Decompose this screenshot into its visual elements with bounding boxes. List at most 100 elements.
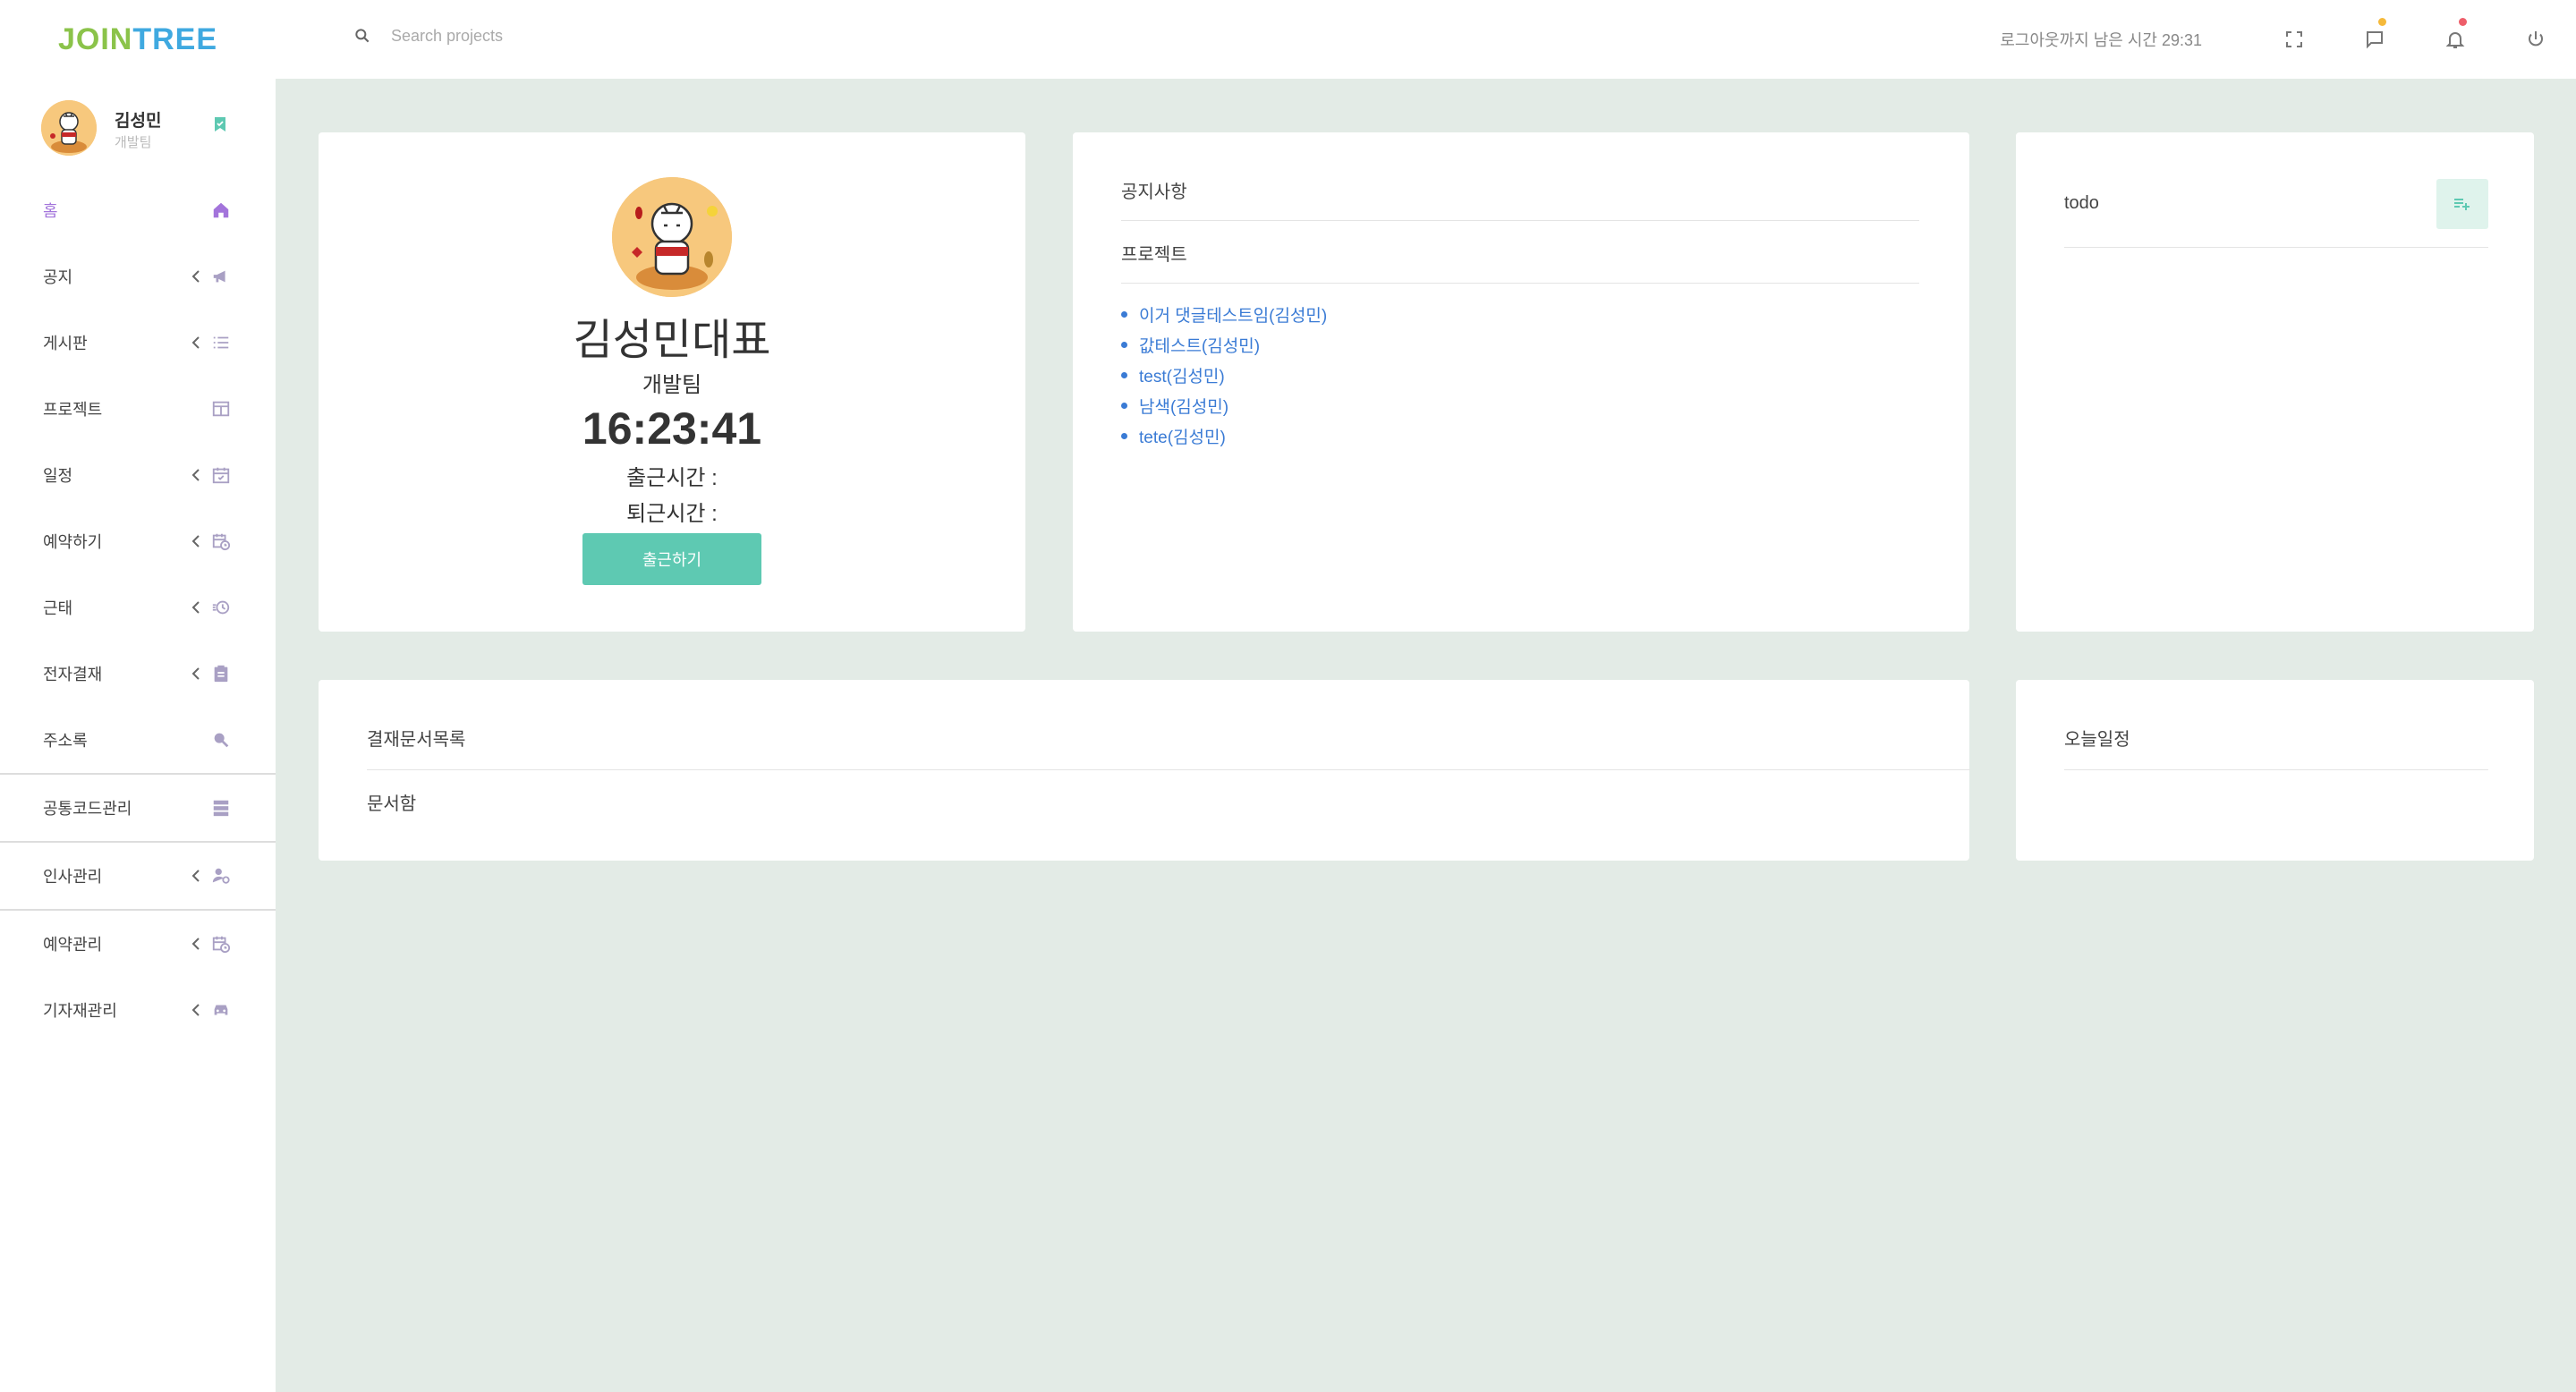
profile-name: 김성민대표	[573, 317, 771, 364]
todo-title: todo	[2064, 193, 2099, 213]
current-time: 16:23:41	[582, 403, 762, 454]
tiger-mascot-icon	[41, 100, 97, 156]
fullscreen-button[interactable]	[2254, 0, 2334, 79]
divider	[2064, 247, 2488, 248]
person-search-icon	[214, 733, 229, 748]
sidebar-item-equipment[interactable]: 기자재관리	[0, 977, 276, 1043]
profile-team: 개발팀	[642, 373, 702, 397]
calendar-clock-icon	[212, 936, 231, 954]
home-icon	[213, 202, 229, 218]
brand-logo-part2: TREE	[132, 21, 218, 56]
check-in-button[interactable]: 출근하기	[582, 533, 761, 585]
sidebar-item-label: 공통코드관리	[43, 800, 132, 818]
chevron-left-icon	[191, 535, 200, 547]
sidebar-item-label: 공지	[43, 268, 73, 286]
divider	[1121, 283, 1919, 284]
brand-logo-part1: JOIN	[57, 21, 133, 56]
brand-logo[interactable]: JOIN TREE	[0, 0, 276, 79]
add-todo-button[interactable]	[2436, 179, 2488, 229]
todo-card: todo	[2016, 132, 2534, 632]
profile-card: 김성민대표 개발팀 16:23:41 출근시간 : 퇴근시간 : 출근하기	[319, 132, 1025, 632]
avatar	[41, 100, 97, 156]
sidebar-profile[interactable]: 김성민 개발팀	[0, 79, 276, 177]
search-bar	[353, 18, 749, 54]
chevron-left-icon	[191, 1004, 200, 1016]
sidebar-item-address-book[interactable]: 주소록	[0, 707, 276, 773]
approval-docs-card: 결재문서목록 문서함	[319, 680, 1970, 861]
divider	[367, 769, 1970, 770]
logout-timer: 로그아웃까지 남은 시간 29:31	[2000, 31, 2202, 49]
playlist-add-icon	[2454, 199, 2470, 210]
sidebar-item-reservation[interactable]: 예약하기	[0, 508, 276, 574]
sidebar-item-approval[interactable]: 전자결재	[0, 641, 276, 707]
sidebar-item-label: 예약관리	[43, 936, 103, 954]
storage-icon	[213, 800, 229, 817]
notifications-dot	[2459, 18, 2467, 26]
user-settings-icon	[212, 868, 230, 884]
sidebar-item-hr[interactable]: 인사관리	[0, 843, 276, 909]
sidebar-item-label: 기자재관리	[43, 1002, 117, 1020]
sidebar-item-label: 게시판	[43, 335, 88, 352]
car-icon	[214, 1005, 228, 1015]
sidebar-item-label: 예약하기	[43, 533, 103, 551]
sidebar-item-label: 인사관리	[43, 868, 103, 886]
megaphone-icon	[213, 270, 225, 283]
sidebar-item-label: 근태	[43, 599, 73, 617]
docs-subtitle[interactable]: 문서함	[367, 789, 416, 815]
calendar-clock-icon	[212, 533, 231, 551]
project-link[interactable]: 남색(김성민)	[1120, 394, 1327, 424]
header-actions: 로그아웃까지 남은 시간 29:31	[2000, 0, 2576, 79]
search-input[interactable]	[391, 26, 749, 46]
chat-icon	[2367, 31, 2383, 49]
notifications-button[interactable]	[2415, 0, 2495, 79]
sidebar-item-reservation-admin[interactable]: 예약관리	[0, 911, 276, 977]
user-name: 김성민	[115, 112, 162, 131]
sidebar: 김성민 개발팀 홈 공지 게시판 프로젝트 일정 예약하기 근태 전자결재 주소…	[0, 79, 276, 1392]
chevron-left-icon	[191, 336, 200, 349]
project-title: 프로젝트	[1121, 245, 1187, 265]
chevron-left-icon	[191, 667, 200, 680]
profile-avatar	[612, 177, 732, 297]
chevron-left-icon	[191, 870, 200, 882]
board-icon	[212, 401, 230, 417]
logout-button[interactable]	[2495, 0, 2576, 79]
calendar-check-icon	[212, 467, 230, 484]
sidebar-item-project[interactable]: 프로젝트	[0, 376, 276, 442]
today-schedule-card: 오늘일정	[2016, 680, 2534, 861]
bell-icon	[2445, 32, 2465, 48]
sidebar-item-label: 홈	[43, 202, 58, 220]
messages-button[interactable]	[2334, 0, 2415, 79]
sidebar-item-notice[interactable]: 공지	[0, 243, 276, 310]
project-link[interactable]: 이거 댓글테스트임(김성민)	[1120, 302, 1327, 333]
clipboard-icon	[214, 665, 228, 683]
messages-dot	[2378, 18, 2386, 26]
clock-icon	[212, 600, 230, 615]
today-title: 오늘일정	[2064, 730, 2130, 750]
sidebar-item-label: 프로젝트	[43, 401, 103, 419]
sidebar-item-board[interactable]: 게시판	[0, 310, 276, 376]
list-icon	[213, 336, 229, 349]
divider	[2064, 769, 2488, 770]
sidebar-item-label: 주소록	[43, 732, 88, 750]
sidebar-item-common-code[interactable]: 공통코드관리	[0, 775, 276, 841]
sidebar-item-attendance[interactable]: 근태	[0, 574, 276, 641]
user-team: 개발팀	[115, 135, 152, 150]
tiger-mascot-icon	[612, 177, 732, 297]
divider	[1121, 220, 1919, 221]
chevron-left-icon	[191, 601, 200, 614]
chevron-left-icon	[191, 270, 200, 283]
docs-title: 결재문서목록	[367, 730, 466, 750]
project-list: 이거 댓글테스트임(김성민) 값테스트(김성민) test(김성민) 남색(김성…	[1120, 302, 1327, 454]
verified-badge-icon	[215, 117, 225, 132]
sidebar-item-schedule[interactable]: 일정	[0, 442, 276, 508]
power-icon	[2529, 31, 2543, 47]
project-link[interactable]: tete(김성민)	[1120, 424, 1327, 454]
project-link[interactable]: 값테스트(김성민)	[1120, 333, 1327, 363]
check-out-time: 퇴근시간 :	[626, 502, 718, 526]
sidebar-item-label: 전자결재	[43, 666, 103, 683]
notice-card: 공지사항 프로젝트 이거 댓글테스트임(김성민) 값테스트(김성민) test(…	[1073, 132, 1969, 632]
project-link[interactable]: test(김성민)	[1120, 363, 1327, 394]
check-in-time: 출근시간 :	[626, 466, 718, 490]
sidebar-item-home[interactable]: 홈	[0, 177, 276, 243]
fullscreen-icon	[2286, 31, 2302, 47]
